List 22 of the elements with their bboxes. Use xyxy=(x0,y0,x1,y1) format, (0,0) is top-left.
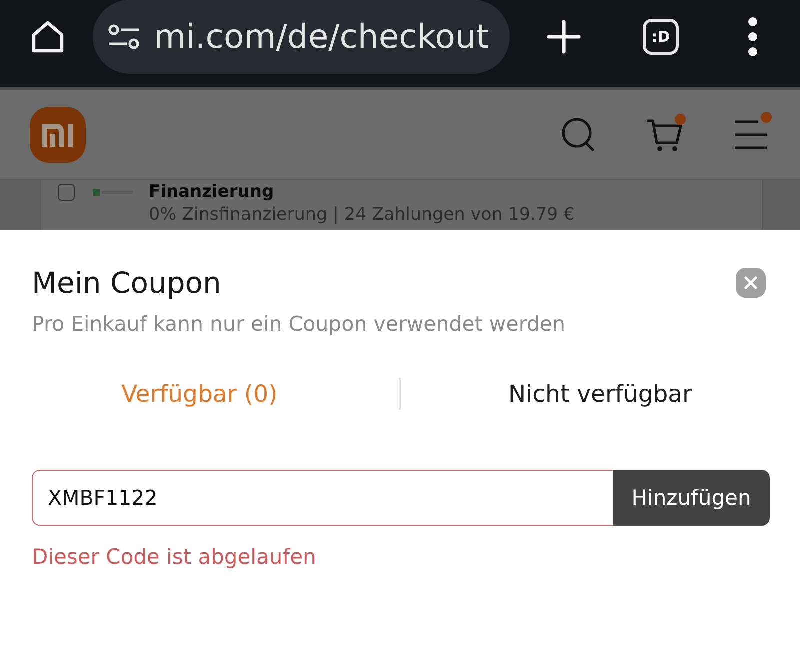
coupon-code-field[interactable]: XMBF1122 xyxy=(32,470,613,526)
search-icon[interactable] xyxy=(561,116,597,152)
tab-switcher-button[interactable]: :D xyxy=(643,18,679,54)
address-bar[interactable]: mi.com/de/checkout xyxy=(93,0,510,74)
small-logo-icon xyxy=(93,189,133,196)
add-button[interactable]: Hinzufügen xyxy=(613,470,770,526)
tab[interactable]: Nicht verfügbar xyxy=(400,370,800,418)
error-message: Dieser Code ist abgelaufen xyxy=(32,544,316,570)
url-text: mi.com/de/checkout xyxy=(154,17,490,56)
checkbox[interactable] xyxy=(58,184,75,201)
close-icon[interactable] xyxy=(736,268,766,298)
sliders-icon[interactable] xyxy=(108,22,140,52)
logo-icon[interactable] xyxy=(30,106,86,162)
sheet-title: Mein Coupon xyxy=(32,265,222,301)
option-title: Finanzierung xyxy=(149,182,276,203)
sheet-subtitle: Pro Einkauf kann nur ein Coupon verwendet werden xyxy=(32,311,566,337)
more-icon[interactable] xyxy=(748,16,758,56)
plus-icon[interactable] xyxy=(547,20,581,54)
cart-icon[interactable] xyxy=(647,116,684,152)
home-icon[interactable] xyxy=(30,18,66,54)
menu-icon[interactable] xyxy=(734,118,768,150)
option-detail: 0% Zinsfinanzierung | 24 Zahlungen von 19.79 € xyxy=(149,204,575,227)
